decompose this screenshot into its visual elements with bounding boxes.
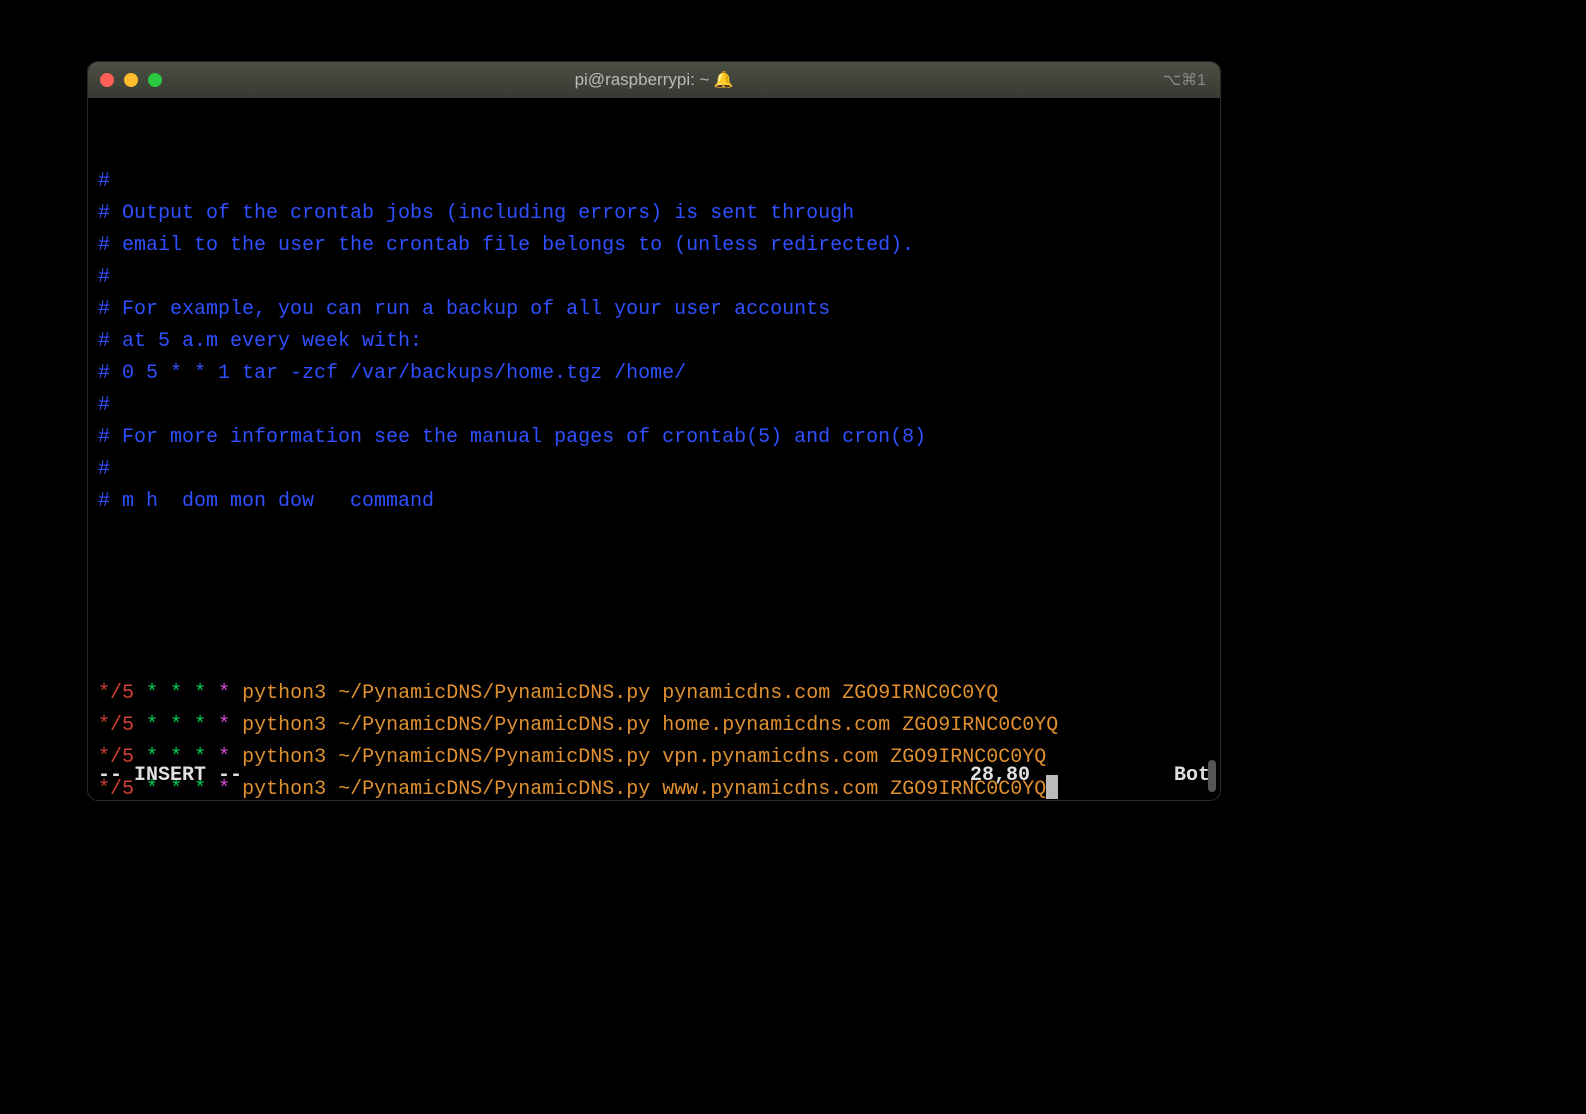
tab-shortcut-indicator: ⌥⌘1	[1163, 70, 1206, 90]
cron-dom: *	[170, 714, 182, 737]
vim-status-line: -- INSERT -- 28,80 Bot	[98, 760, 1210, 792]
cron-dow: *	[218, 714, 230, 737]
comment-line: # at 5 a.m every week with:	[98, 326, 1210, 358]
terminal-body[interactable]: ## Output of the crontab jobs (including…	[88, 98, 1220, 800]
comment-line: # Output of the crontab jobs (including …	[98, 198, 1210, 230]
comment-line: #	[98, 390, 1210, 422]
bell-icon: 🔔	[713, 70, 733, 90]
close-button[interactable]	[100, 73, 114, 87]
scroll-indicator: Bot	[1150, 760, 1210, 792]
scrollbar-thumb[interactable]	[1208, 760, 1216, 792]
cron-entry: */5 * * * * python3 ~/PynamicDNS/Pynamic…	[98, 710, 1210, 742]
cron-minute: */5	[98, 714, 134, 737]
maximize-button[interactable]	[148, 73, 162, 87]
comment-line: # email to the user the crontab file bel…	[98, 230, 1210, 262]
comment-line: #	[98, 454, 1210, 486]
cron-entry: */5 * * * * python3 ~/PynamicDNS/Pynamic…	[98, 678, 1210, 710]
comment-line: # m h dom mon dow command	[98, 486, 1210, 518]
cron-command: python3 ~/PynamicDNS/PynamicDNS.py pynam…	[242, 682, 998, 705]
cron-minute: */5	[98, 682, 134, 705]
comment-line: #	[98, 262, 1210, 294]
titlebar: pi@raspberrypi: ~ 🔔 ⌥⌘1	[88, 62, 1220, 98]
cron-month: *	[194, 682, 206, 705]
terminal-window: pi@raspberrypi: ~ 🔔 ⌥⌘1 ## Output of the…	[88, 62, 1220, 800]
blank-line	[98, 582, 1210, 614]
cron-month: *	[194, 714, 206, 737]
comment-line: # For example, you can run a backup of a…	[98, 294, 1210, 326]
cron-hour: *	[146, 682, 158, 705]
cron-dom: *	[170, 682, 182, 705]
vim-mode: -- INSERT --	[98, 760, 970, 792]
window-title: pi@raspberrypi: ~ 🔔	[88, 70, 1220, 90]
comment-line: #	[98, 166, 1210, 198]
comment-line: # 0 5 * * 1 tar -zcf /var/backups/home.t…	[98, 358, 1210, 390]
minimize-button[interactable]	[124, 73, 138, 87]
cursor-position: 28,80	[970, 760, 1150, 792]
crontab-comments: ## Output of the crontab jobs (including…	[98, 166, 1210, 518]
comment-line: # For more information see the manual pa…	[98, 422, 1210, 454]
cron-dow: *	[218, 682, 230, 705]
cron-command: python3 ~/PynamicDNS/PynamicDNS.py home.…	[242, 714, 1058, 737]
title-text: pi@raspberrypi: ~	[575, 70, 710, 90]
traffic-lights	[100, 73, 162, 87]
cron-hour: *	[146, 714, 158, 737]
